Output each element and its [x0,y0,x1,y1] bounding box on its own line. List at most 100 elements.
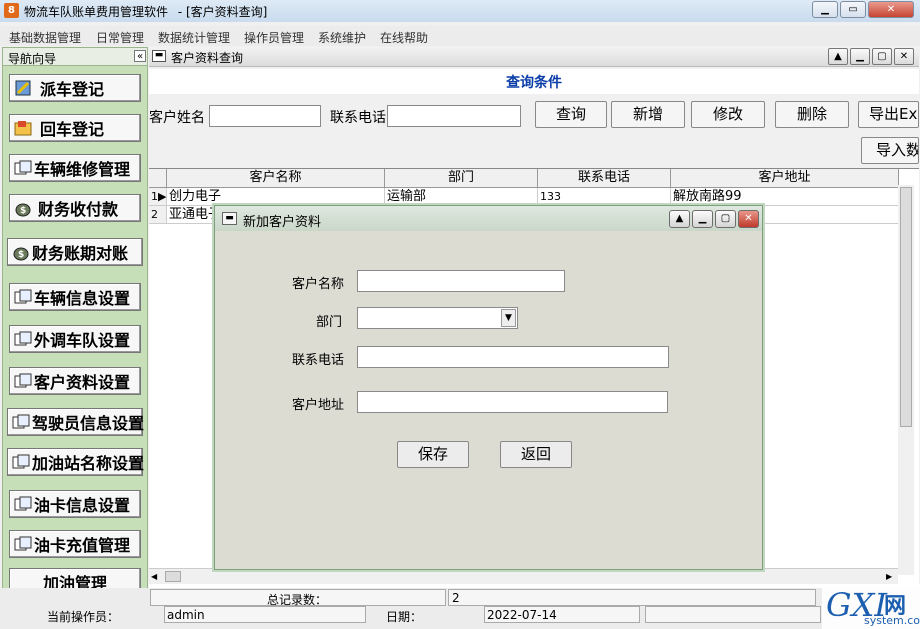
back-button[interactable]: 返回 [500,441,572,468]
form-icon [12,413,30,431]
scroll-thumb[interactable] [900,187,912,427]
customer-name-label: 客户名称 [292,277,345,292]
column-header[interactable]: 客户地址 [671,169,899,188]
total-value-box [448,589,816,606]
menu-operators[interactable]: 操作员管理 [244,29,304,46]
cell-name[interactable]: 创力电子 [167,188,385,206]
folder-icon [14,119,32,137]
menu-statistics[interactable]: 数据统计管理 [158,29,230,46]
nav-item-label: 回车登记 [40,120,105,139]
child-window-title: 客户资料查询 [171,51,244,65]
phone-input[interactable] [387,105,521,127]
close-button[interactable]: ✕ [894,48,914,65]
dept-select[interactable]: ▼ [357,307,518,329]
date-label: 日期： [386,610,423,624]
watermark-sub: system.com [864,614,920,627]
nav-item-label: 驾驶员信息设置 [32,414,145,433]
nav-item-label: 车辆信息设置 [34,289,131,308]
menu-bar: 基础数据管理 日常管理 数据统计管理 操作员管理 系统维护 在线帮助 [0,26,920,46]
horizontal-scrollbar[interactable]: ◀ ▶ [149,568,898,584]
edit-button[interactable]: 修改 [691,101,765,128]
grid-corner [149,169,167,188]
nav-item-gas-station[interactable]: 加油站名称设置 [7,448,145,476]
nav-item-label: 油卡信息设置 [34,496,131,515]
nav-item-finance-reconcile[interactable]: $ 财务账期对账 [7,238,143,266]
form-icon [14,330,32,348]
nav-item-driver-info[interactable]: 驾驶员信息设置 [7,408,145,436]
add-customer-dialog: ▬ 新加客户资料 ▲ ▁ ▢ ✕ 客户名称 部门 ▼ 联系电话 客户地址 保存 … [214,205,763,570]
nav-title: 导航向导 [8,52,57,66]
vertical-scrollbar[interactable] [898,185,914,575]
money-bag-icon: $ [14,199,32,217]
collapse-icon[interactable]: « [134,50,146,62]
nav-item-repair[interactable]: 车辆维修管理 [9,154,141,182]
delete-button[interactable]: 删除 [775,101,849,128]
import-button[interactable]: 导入数 [861,137,919,164]
app-title: 物流车队账单费用管理软件 - [客户资料查询] [24,3,267,20]
minimize-button[interactable]: ▁ [692,210,713,228]
dept-label: 部门 [316,315,343,330]
column-header[interactable]: 联系电话 [538,169,671,188]
close-button[interactable]: ✕ [868,1,914,18]
restore-button[interactable]: ▭ [840,1,866,18]
address-label: 客户地址 [292,398,345,413]
query-title: 查询条件 [506,75,562,91]
car-dispatch-icon [14,79,32,97]
chevron-down-icon[interactable]: ▼ [501,309,516,327]
dialog-title-bar: ▬ 新加客户资料 ▲ ▁ ▢ ✕ [215,206,762,231]
phone-label: 联系电话 [292,353,345,368]
nav-item-vehicle-info[interactable]: 车辆信息设置 [9,283,141,311]
cell-dept[interactable]: 运输部 [385,188,538,206]
save-button[interactable]: 保存 [397,441,469,468]
phone-field[interactable] [357,346,669,368]
nav-item-fuel-card-topup[interactable]: 油卡充值管理 [9,530,141,558]
menu-help[interactable]: 在线帮助 [380,29,428,46]
window-menu-icon[interactable]: ▬ [222,212,237,225]
nav-item-label: 油卡充值管理 [34,536,131,555]
svg-text:$: $ [18,250,24,260]
extra-status-box [645,606,821,623]
status-bar: 总记录数： 2 当前操作员： admin 日期： 2022-07-14 [0,588,920,629]
close-button[interactable]: ✕ [738,210,759,228]
nav-item-customer-info[interactable]: 客户资料设置 [9,367,141,395]
operator-label: 当前操作员： [47,610,120,624]
query-button[interactable]: 查询 [535,101,607,128]
nav-item-fuel-card-info[interactable]: 油卡信息设置 [9,490,141,518]
child-title-bar: ▬ 客户资料查询 ▲ ▁ ▢ ✕ [149,47,919,67]
collapse-up-icon[interactable]: ▲ [828,48,848,65]
nav-item-dispatch[interactable]: 派车登记 [9,74,141,102]
scroll-left-icon[interactable]: ◀ [151,571,163,582]
add-button[interactable]: 新增 [611,101,685,128]
menu-system[interactable]: 系统维护 [318,29,366,46]
collapse-up-icon[interactable]: ▲ [669,210,690,228]
nav-item-label: 加油站名称设置 [32,454,145,473]
cell-phone[interactable]: 133 [538,188,671,206]
minimize-button[interactable]: ▁ [812,1,838,18]
window-menu-icon[interactable]: ▬ [152,50,166,62]
minimize-button[interactable]: ▁ [850,48,870,65]
scroll-right-icon[interactable]: ▶ [886,571,896,582]
menu-basic-data[interactable]: 基础数据管理 [9,29,81,46]
column-header[interactable]: 客户名称 [167,169,385,188]
svg-text:$: $ [20,206,26,216]
column-header[interactable]: 部门 [385,169,538,188]
nav-item-finance-payment[interactable]: $ 财务收付款 [9,194,141,222]
form-icon [14,535,32,553]
nav-item-label: 派车登记 [40,80,105,99]
cell-address[interactable]: 解放南路99 [671,188,899,206]
export-excel-button[interactable]: 导出Ex [858,101,919,128]
total-value: 2 [452,591,460,605]
customer-name-input[interactable] [209,105,321,127]
nav-panel: 导航向导 « 派车登记 回车登记 车辆维修管理 $ 财务收付款 $ 财务账期对账… [2,47,148,604]
customer-name-field[interactable] [357,270,565,292]
nav-item-external-fleet[interactable]: 外调车队设置 [9,325,141,353]
menu-daily[interactable]: 日常管理 [96,29,144,46]
row-indicator: 2 [149,206,167,224]
dialog-title: 新加客户资料 [243,215,322,230]
address-field[interactable] [357,391,668,413]
scroll-thumb[interactable] [165,571,181,582]
nav-item-return[interactable]: 回车登记 [9,114,141,142]
maximize-button[interactable]: ▢ [872,48,892,65]
maximize-button[interactable]: ▢ [715,210,736,228]
form-icon [14,288,32,306]
